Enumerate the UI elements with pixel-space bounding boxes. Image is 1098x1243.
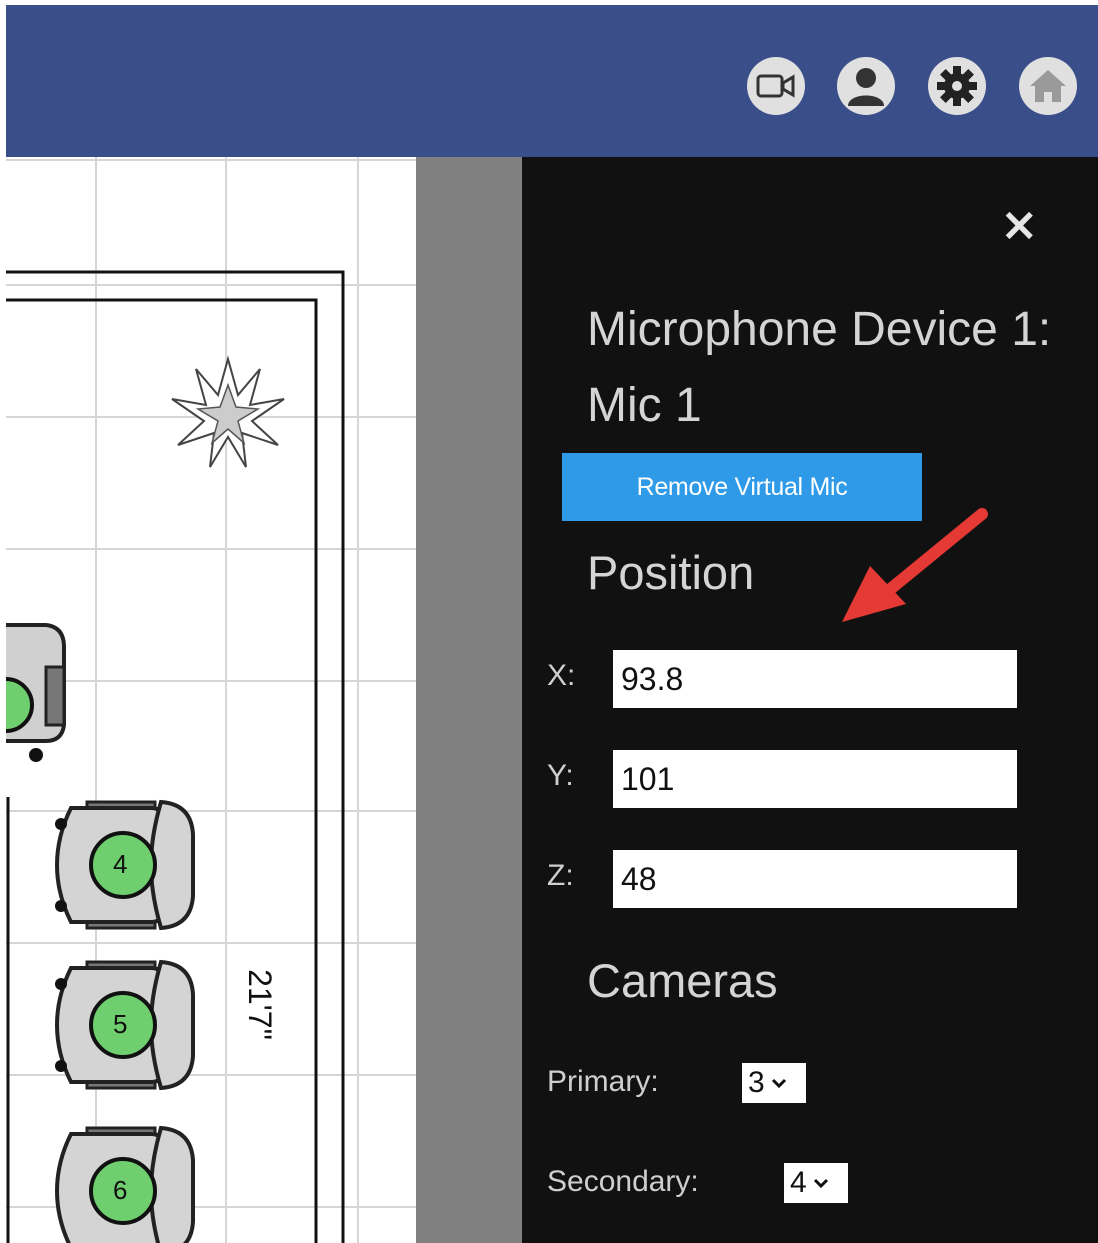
secondary-camera-select[interactable]: 4	[784, 1163, 848, 1203]
seat-5[interactable]: 5	[51, 954, 201, 1096]
device-properties-panel: × Microphone Device 1: Mic 1 Remove Virt…	[522, 157, 1098, 1243]
top-bar	[6, 5, 1098, 157]
primary-label: Primary:	[547, 1065, 659, 1098]
seat-number: 4	[113, 849, 128, 879]
chevron-down-icon	[771, 1078, 786, 1089]
z-input[interactable]	[613, 850, 1017, 908]
secondary-camera-value: 4	[790, 1166, 807, 1199]
panel-divider[interactable]	[416, 157, 522, 1243]
secondary-label: Secondary:	[547, 1165, 699, 1198]
primary-camera-select[interactable]: 3	[742, 1063, 806, 1103]
seat-6[interactable]: 6	[51, 1120, 201, 1243]
x-input[interactable]	[613, 650, 1017, 708]
close-icon[interactable]: ×	[1000, 201, 1039, 247]
seat-number: 5	[113, 1009, 128, 1039]
room-dimension-label: 21'7"	[241, 969, 278, 1040]
cameras-heading: Cameras	[587, 954, 778, 1007]
x-label: X:	[547, 659, 576, 692]
y-label: Y:	[547, 759, 574, 792]
seat-number: 6	[113, 1175, 128, 1205]
chevron-down-icon	[813, 1178, 828, 1189]
seat-4[interactable]: 4	[51, 794, 201, 936]
plant-icon	[171, 355, 285, 468]
floorplan-canvas[interactable]: 4 5 6 21'7"	[6, 157, 416, 1243]
z-label: Z:	[547, 859, 574, 892]
chair-partial	[6, 623, 66, 762]
panel-title: Microphone Device 1: Mic 1	[587, 303, 1052, 432]
home-icon[interactable]	[1019, 57, 1077, 115]
user-icon[interactable]	[837, 57, 895, 115]
annotation-arrow	[842, 508, 988, 622]
primary-camera-value: 3	[748, 1066, 765, 1099]
video-camera-icon[interactable]	[747, 57, 805, 115]
position-heading: Position	[587, 546, 755, 599]
y-input[interactable]	[613, 750, 1017, 808]
gear-icon[interactable]	[928, 57, 986, 115]
